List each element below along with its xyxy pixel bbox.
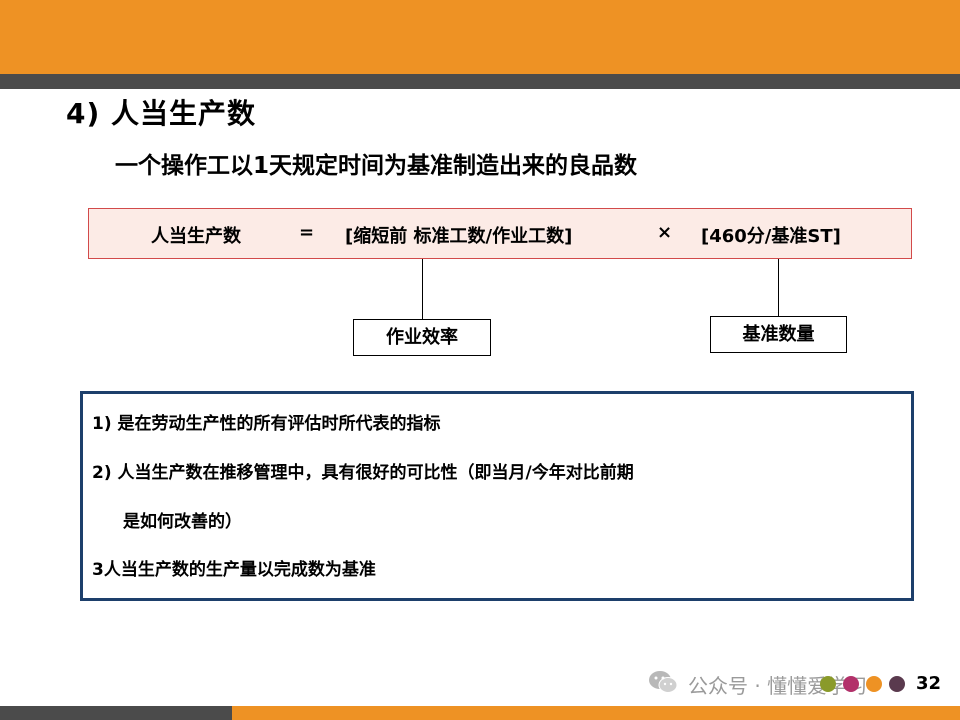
formula-box: 人当生产数 = [缩短前 标准工数/作业工数] × [460分/基准ST] — [88, 208, 912, 259]
connector-line-quantity — [778, 259, 779, 317]
note-item-3: 3人当生产数的生产量以完成数为基准 — [92, 560, 376, 580]
page-number: 32 — [916, 673, 942, 694]
decor-dot-magenta — [843, 676, 859, 692]
watermark-text: 公众号 · 懂懂爱学习 — [688, 674, 868, 698]
label-work-efficiency: 作业效率 — [353, 319, 491, 356]
connector-line-efficiency — [422, 259, 423, 320]
decor-dot-orange — [866, 676, 882, 692]
top-banner — [0, 0, 960, 74]
notes-box: 1) 是在劳动生产性的所有评估时所代表的指标 2) 人当生产数在推移管理中，具有… — [80, 391, 914, 601]
formula-quantity-term: [460分/基准ST] — [701, 226, 841, 247]
note-item-2: 2) 人当生产数在推移管理中，具有很好的可比性（即当月/今年对比前期 — [92, 463, 634, 483]
formula-lhs: 人当生产数 — [151, 226, 241, 247]
note-item-2-continued: 是如何改善的） — [123, 512, 242, 532]
wechat-icon — [649, 671, 678, 693]
formula-equals: = — [299, 222, 315, 243]
label-standard-quantity: 基准数量 — [710, 316, 847, 353]
slide-title: 4) 人当生产数 — [66, 97, 257, 130]
decor-dot-green — [820, 676, 836, 692]
note-item-1: 1) 是在劳动生产性的所有评估时所代表的指标 — [92, 414, 441, 434]
formula-times: × — [657, 222, 673, 243]
decor-dot-purple — [889, 676, 905, 692]
bottom-bar-dark — [0, 706, 232, 720]
slide-subtitle: 一个操作工以1天规定时间为基准制造出来的良品数 — [115, 153, 638, 179]
bottom-bar-orange — [232, 706, 960, 720]
top-stripe — [0, 74, 960, 89]
formula-efficiency-term: [缩短前 标准工数/作业工数] — [345, 226, 573, 247]
